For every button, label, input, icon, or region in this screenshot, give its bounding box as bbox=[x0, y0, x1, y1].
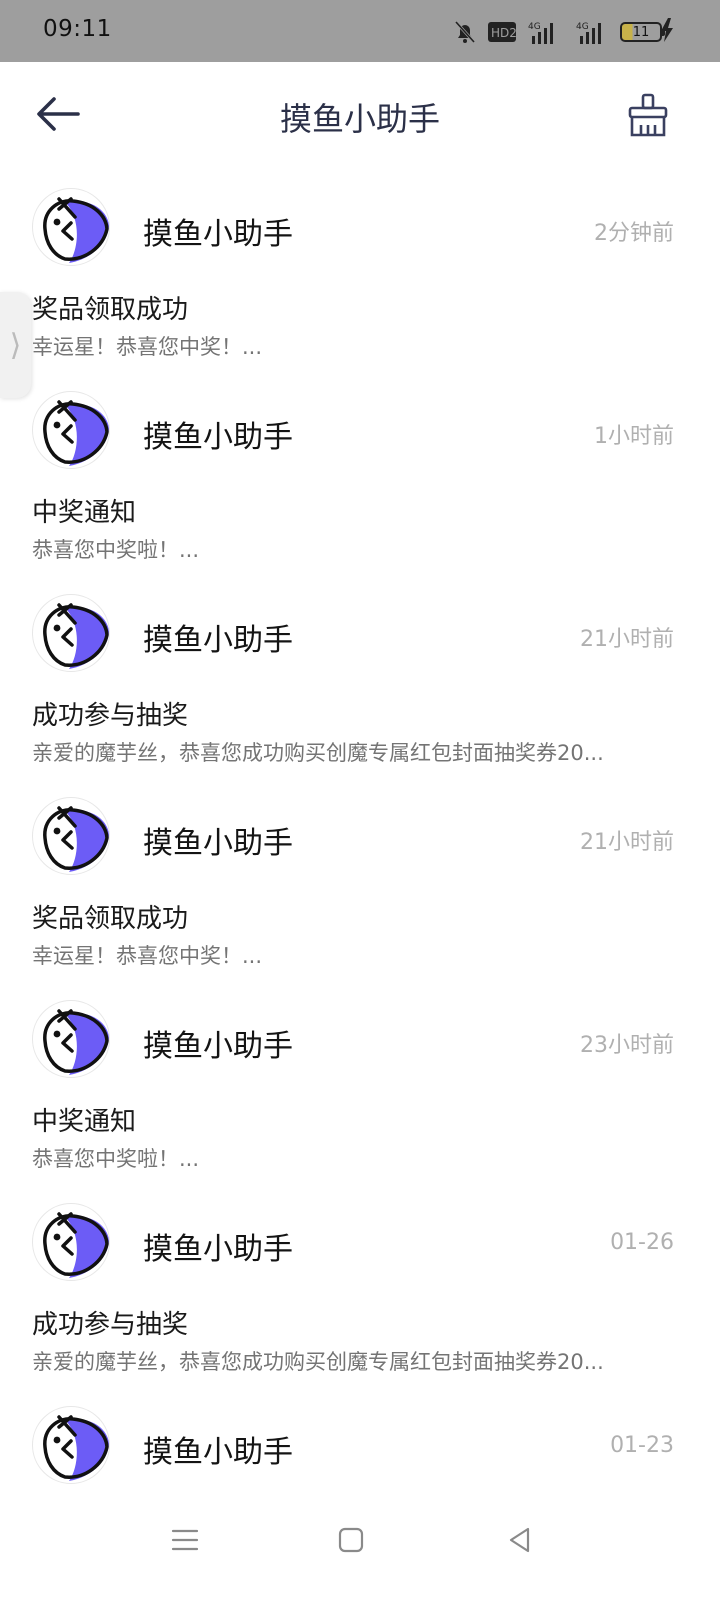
battery-indicator: 11 bbox=[620, 22, 665, 42]
avatar bbox=[32, 1000, 110, 1078]
fish-logo-icon bbox=[43, 806, 109, 872]
broom-icon bbox=[628, 93, 668, 137]
sender-name: 摸鱼小助手 bbox=[143, 420, 293, 455]
hd-icon: HD2 bbox=[488, 22, 516, 42]
signal-1-icon: 4G bbox=[528, 22, 553, 44]
fish-logo-icon bbox=[43, 197, 109, 263]
message-title: 成功参与抽奖 bbox=[32, 701, 189, 731]
charging-bolt-icon bbox=[661, 18, 673, 42]
message-time: 2分钟前 bbox=[594, 221, 674, 246]
message-item[interactable]: 摸鱼小助手 23小时前 中奖通知 恭喜您中奖啦！... bbox=[0, 997, 720, 1200]
battery-level: 11 bbox=[632, 24, 650, 40]
page-title: 摸鱼小助手 bbox=[279, 100, 440, 138]
nav-back-button[interactable] bbox=[500, 1520, 540, 1560]
status-bar: 09:11 HD2 4G 4G 11 bbox=[0, 0, 720, 62]
fish-logo-icon bbox=[43, 1415, 109, 1481]
sender-name: 摸鱼小助手 bbox=[143, 623, 293, 658]
avatar bbox=[32, 1406, 110, 1484]
hd-label: HD2 bbox=[491, 26, 516, 40]
clear-messages-button[interactable] bbox=[626, 92, 670, 140]
message-preview: 恭喜您中奖啦！... bbox=[32, 538, 200, 562]
back-triangle-icon bbox=[509, 1527, 530, 1553]
message-item[interactable]: 摸鱼小助手 1小时前 中奖通知 恭喜您中奖啦！... bbox=[0, 388, 720, 591]
avatar bbox=[32, 1203, 110, 1281]
network-1-label: 4G bbox=[528, 22, 541, 32]
nav-menu-button[interactable] bbox=[165, 1520, 205, 1560]
avatar bbox=[32, 797, 110, 875]
message-time: 21小时前 bbox=[580, 830, 674, 855]
message-title: 成功参与抽奖 bbox=[32, 1310, 189, 1340]
sender-name: 摸鱼小助手 bbox=[143, 826, 293, 861]
fish-logo-icon bbox=[43, 1212, 109, 1278]
menu-icon bbox=[171, 1529, 199, 1551]
message-title: 中奖通知 bbox=[32, 498, 137, 528]
sender-name: 摸鱼小助手 bbox=[143, 217, 293, 252]
signal-2-icon: 4G bbox=[576, 22, 601, 44]
mute-bell-icon bbox=[454, 20, 476, 44]
title-bar: 摸鱼小助手 bbox=[0, 62, 720, 170]
message-list: 摸鱼小助手 2分钟前 奖品领取成功 幸运星！恭喜您中奖！... 摸鱼小助手 1小… bbox=[0, 185, 720, 1606]
status-icons: HD2 4G 4G 11 bbox=[454, 17, 665, 47]
message-time: 23小时前 bbox=[580, 1033, 674, 1058]
status-time: 09:11 bbox=[43, 16, 112, 42]
message-title: 中奖通知 bbox=[32, 1107, 137, 1137]
avatar bbox=[32, 391, 110, 469]
avatar bbox=[32, 188, 110, 266]
message-preview: 幸运星！恭喜您中奖！... bbox=[32, 335, 263, 359]
sender-name: 摸鱼小助手 bbox=[143, 1232, 293, 1267]
message-preview: 恭喜您中奖啦！... bbox=[32, 1147, 200, 1171]
nav-home-button[interactable] bbox=[331, 1520, 371, 1560]
sender-name: 摸鱼小助手 bbox=[143, 1435, 293, 1470]
message-time: 1小时前 bbox=[594, 424, 674, 449]
fish-logo-icon bbox=[43, 603, 109, 669]
home-square-icon bbox=[338, 1527, 364, 1553]
message-preview: 幸运星！恭喜您中奖！... bbox=[32, 944, 263, 968]
message-item[interactable]: 摸鱼小助手 21小时前 奖品领取成功 幸运星！恭喜您中奖！... bbox=[0, 794, 720, 997]
network-2-label: 4G bbox=[576, 22, 589, 32]
message-time: 21小时前 bbox=[580, 627, 674, 652]
fish-logo-icon bbox=[43, 1009, 109, 1075]
message-preview: 亲爱的魔芋丝，恭喜您成功购买创魔专属红包封面抽奖券20... bbox=[32, 741, 604, 765]
message-title: 奖品领取成功 bbox=[32, 904, 189, 934]
message-item[interactable]: 摸鱼小助手 21小时前 成功参与抽奖 亲爱的魔芋丝，恭喜您成功购买创魔专属红包封… bbox=[0, 591, 720, 794]
system-nav-bar bbox=[0, 1492, 720, 1600]
message-title: 奖品领取成功 bbox=[32, 295, 189, 325]
message-time: 01-26 bbox=[610, 1230, 674, 1255]
fish-logo-icon bbox=[43, 400, 109, 466]
message-preview: 亲爱的魔芋丝，恭喜您成功购买创魔专属红包封面抽奖券20... bbox=[32, 1350, 604, 1374]
sender-name: 摸鱼小助手 bbox=[143, 1029, 293, 1064]
avatar bbox=[32, 594, 110, 672]
message-item[interactable]: 摸鱼小助手 2分钟前 奖品领取成功 幸运星！恭喜您中奖！... bbox=[0, 185, 720, 388]
message-time: 01-23 bbox=[610, 1433, 674, 1458]
message-item[interactable]: 摸鱼小助手 01-26 成功参与抽奖 亲爱的魔芋丝，恭喜您成功购买创魔专属红包封… bbox=[0, 1200, 720, 1403]
